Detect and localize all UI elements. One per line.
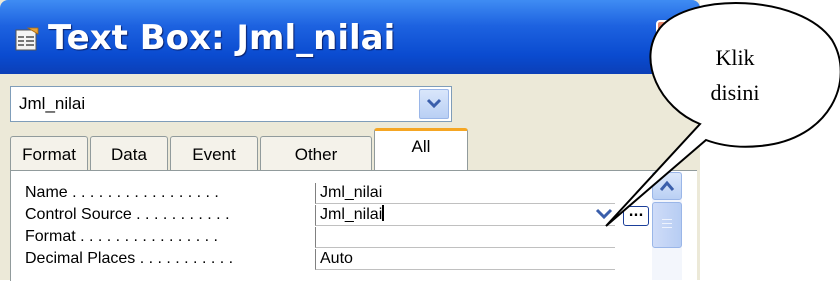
property-sheet-window: Text Box: Jml_nilai X Jml_nilai Format D… — [0, 0, 700, 281]
object-selector-combo[interactable]: Jml_nilai — [10, 86, 452, 122]
scroll-thumb[interactable] — [652, 202, 682, 248]
chevron-up-icon — [659, 180, 675, 191]
property-value-field[interactable]: Jml_nilai — [315, 183, 615, 204]
grip-line — [662, 223, 672, 224]
callout-line-1: Klik — [715, 45, 755, 70]
object-selector-dropdown-button[interactable] — [419, 89, 449, 119]
properties-panel: Name . . . . . . . . . . . . . . . . . J… — [10, 170, 697, 281]
vertical-scrollbar[interactable] — [652, 172, 682, 280]
property-row-decimal-places[interactable]: Decimal Places . . . . . . . . . . . Aut… — [11, 249, 621, 270]
grip-line — [662, 227, 672, 228]
property-row-format[interactable]: Format . . . . . . . . . . . . . . . . — [11, 227, 621, 248]
property-row-control-source[interactable]: Control Source . . . . . . . . . . . Jml… — [11, 205, 649, 226]
property-label: Control Source . . . . . . . . . . . — [25, 206, 230, 223]
tab-format[interactable]: Format — [10, 136, 88, 170]
scroll-up-button[interactable] — [652, 172, 682, 200]
chevron-down-icon — [426, 98, 442, 109]
property-value-field[interactable] — [315, 227, 615, 248]
control-source-field[interactable]: Jml_nilai — [315, 205, 615, 226]
text-cursor — [382, 205, 385, 221]
property-label: Decimal Places . . . . . . . . . . . — [25, 250, 234, 267]
property-row-name[interactable]: Name . . . . . . . . . . . . . . . . . J… — [11, 183, 621, 204]
build-button[interactable]: ... — [623, 206, 649, 226]
window-title: Text Box: Jml_nilai — [48, 18, 396, 58]
property-label: Name . . . . . . . . . . . . . . . . . — [25, 184, 219, 201]
title-bar[interactable]: Text Box: Jml_nilai X — [0, 0, 700, 74]
property-label: Format . . . . . . . . . . . . . . . . — [25, 228, 218, 245]
chevron-down-icon[interactable] — [595, 207, 613, 221]
property-sheet-icon — [15, 27, 39, 51]
grip-line — [662, 219, 672, 220]
callout-line-2: disini — [710, 80, 760, 105]
tab-data[interactable]: Data — [90, 136, 168, 170]
callout-text: Klik disini — [660, 40, 810, 110]
object-selector-value: Jml_nilai — [19, 94, 86, 113]
tab-event[interactable]: Event — [170, 136, 258, 170]
property-value-field[interactable]: Auto — [315, 249, 615, 270]
tab-all[interactable]: All — [374, 128, 468, 172]
tab-other[interactable]: Other — [260, 136, 372, 170]
control-source-value: Jml_nilai — [320, 206, 383, 223]
